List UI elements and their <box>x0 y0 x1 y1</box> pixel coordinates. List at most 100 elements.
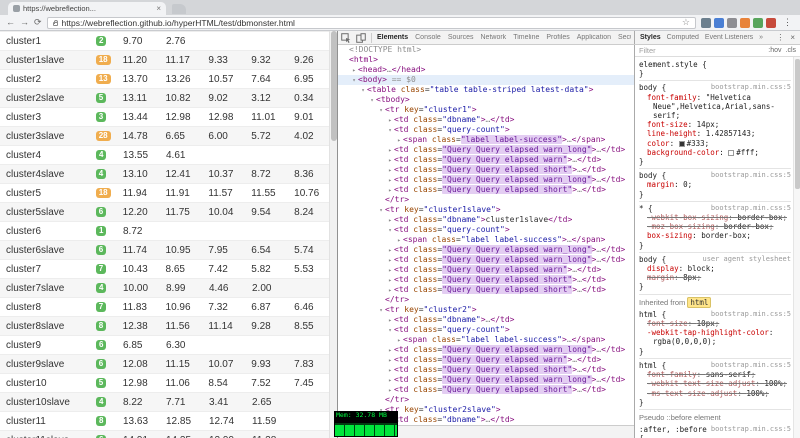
twisty-expanded-icon[interactable]: ▾ <box>386 326 394 336</box>
dom-tree-node[interactable]: ▾ <tr key="cluster1"> <box>338 105 634 115</box>
css-property[interactable]: font-size: 10px; <box>639 319 791 328</box>
css-property[interactable]: font-family: "Helvetica Neue",Helvetica,… <box>639 93 791 121</box>
color-swatch[interactable] <box>728 149 735 156</box>
hover-state-toggle[interactable]: :hov <box>768 47 781 54</box>
stylesheet-link[interactable]: bootstrap.min.css:5 <box>711 361 791 370</box>
devtools-tab-sources[interactable]: Sources <box>447 34 475 41</box>
new-tab-button[interactable] <box>172 4 186 14</box>
dom-tree-node[interactable]: ▸ <td class="Query Query elapsed warn">…<… <box>338 265 634 275</box>
twisty-collapsed-icon[interactable]: ▸ <box>350 66 358 76</box>
extension-icon[interactable] <box>753 17 763 28</box>
dom-tree-node[interactable]: <html> <box>338 55 634 65</box>
twisty-collapsed-icon[interactable]: ▸ <box>386 216 394 226</box>
devtools-menu-icon[interactable]: ⋮ <box>776 33 784 42</box>
twisty-collapsed-icon[interactable]: ▸ <box>386 376 394 386</box>
dom-tree-node[interactable]: ▸ <td class="Query Query elapsed warn_lon… <box>338 255 634 265</box>
extension-icon[interactable] <box>740 17 750 28</box>
dom-tree-node[interactable]: ▸ <td class="Query Query elapsed short">…… <box>338 275 634 285</box>
dom-tree-node[interactable]: <!DOCTYPE html> <box>338 45 634 55</box>
dom-tree-node[interactable]: ▾ <tr key="cluster1slave"> <box>338 205 634 215</box>
css-property[interactable]: margin: 0; <box>639 180 791 189</box>
css-property[interactable]: display: block; <box>639 264 791 273</box>
device-toolbar-icon[interactable] <box>356 32 367 43</box>
dom-tree-node[interactable]: ▸ <td class="Query Query elapsed warn_lon… <box>338 245 634 255</box>
dom-tree-node[interactable]: </tr> <box>338 195 634 205</box>
memory-stats-widget[interactable]: Mem: 32.78 MB <box>334 411 398 437</box>
devtools-tab-profiles[interactable]: Profiles <box>545 34 570 41</box>
twisty-collapsed-icon[interactable]: ▸ <box>386 356 394 366</box>
twisty-collapsed-icon[interactable]: ▸ <box>386 176 394 186</box>
twisty-collapsed-icon[interactable]: ▸ <box>386 366 394 376</box>
tab-close-icon[interactable]: × <box>156 4 161 13</box>
dom-tree-node[interactable]: ▸ <td class="Query Query elapsed short">…… <box>338 185 634 195</box>
twisty-expanded-icon[interactable]: ▾ <box>377 306 385 316</box>
dom-tree-node[interactable]: ▸ <td class="Query Query elapsed short">…… <box>338 285 634 295</box>
bookmark-star-icon[interactable]: ☆ <box>682 18 690 27</box>
extension-icon[interactable] <box>727 17 737 28</box>
stylesheet-link[interactable]: user agent stylesheet <box>702 255 791 264</box>
dom-tree-node[interactable]: ▸ <span class="label label-success">…</sp… <box>338 135 634 145</box>
devtools-tab-network[interactable]: Network <box>480 34 508 41</box>
twisty-expanded-icon[interactable]: ▾ <box>377 206 385 216</box>
dom-tree-node[interactable]: ▸ <td class="Query Query elapsed warn">…<… <box>338 155 634 165</box>
css-property[interactable]: line-height: 1.42857143; <box>639 129 791 138</box>
css-property[interactable]: color: #333; <box>639 139 791 148</box>
twisty-collapsed-icon[interactable]: ▸ <box>395 136 403 146</box>
dom-tree-node[interactable]: </tr> <box>338 395 634 405</box>
styles-filter-input[interactable]: Filter <box>639 46 656 55</box>
twisty-collapsed-icon[interactable]: ▸ <box>386 276 394 286</box>
twisty-expanded-icon[interactable]: ▾ <box>368 96 376 106</box>
devtools-tab-security[interactable]: Security <box>617 34 631 41</box>
devtools-tab-timeline[interactable]: Timeline <box>512 34 540 41</box>
twisty-collapsed-icon[interactable]: ▸ <box>395 336 403 346</box>
dom-tree-node[interactable]: ▸ <td class="Query Query elapsed short">…… <box>338 385 634 395</box>
css-property[interactable]: -moz-box-sizing: border-box; <box>639 222 791 231</box>
twisty-collapsed-icon[interactable]: ▸ <box>386 156 394 166</box>
inherited-node-link[interactable]: html <box>687 296 712 308</box>
dom-tree-node[interactable]: ▸ <td class="Query Query elapsed short">…… <box>338 165 634 175</box>
css-property[interactable]: font-size: 14px; <box>639 120 791 129</box>
inspect-element-icon[interactable] <box>341 32 352 43</box>
twisty-collapsed-icon[interactable]: ▸ <box>395 236 403 246</box>
twisty-expanded-icon[interactable]: ▾ <box>359 86 367 96</box>
css-property[interactable]: font-family: sans-serif; <box>639 370 791 379</box>
dom-tree-node[interactable]: ▾ <td class="query-count"> <box>338 125 634 135</box>
dom-tree-node[interactable]: ▾ <tr key="cluster2"> <box>338 305 634 315</box>
stylesheet-link[interactable]: bootstrap.min.css:5 <box>711 171 791 180</box>
twisty-expanded-icon[interactable]: ▾ <box>386 126 394 136</box>
dom-tree-node[interactable]: ▸ <head>…</head> <box>338 65 634 75</box>
dom-tree-node[interactable]: ▸ <td class="dbname">cluster1slave</td> <box>338 215 634 225</box>
twisty-expanded-icon[interactable]: ▾ <box>386 226 394 236</box>
styles-scrollbar-thumb[interactable] <box>795 59 800 189</box>
twisty-collapsed-icon[interactable]: ▸ <box>386 246 394 256</box>
dom-tree-node[interactable]: ▸ <span class="label label-success">…</sp… <box>338 235 634 245</box>
dom-tree-node[interactable]: ▾ <body> == $0 <box>338 75 634 85</box>
css-property[interactable]: -webkit-box-sizing: border-box; <box>639 213 791 222</box>
dom-tree-node[interactable]: ▸ <td class="Query Query elapsed short">…… <box>338 365 634 375</box>
color-swatch[interactable] <box>678 140 685 147</box>
dom-tree-node[interactable]: ▸<td class="dbname">…</td> <box>338 115 634 125</box>
twisty-collapsed-icon[interactable]: ▸ <box>386 266 394 276</box>
dom-tree-node[interactable]: ▸ <span class="label label-success">…</sp… <box>338 335 634 345</box>
page-scrollbar[interactable] <box>329 31 337 438</box>
twisty-expanded-icon[interactable]: ▾ <box>350 76 358 86</box>
sidebar-tab-computed[interactable]: Computed <box>667 34 699 41</box>
twisty-collapsed-icon[interactable]: ▸ <box>386 346 394 356</box>
twisty-collapsed-icon[interactable]: ▸ <box>386 256 394 266</box>
dom-tree-node[interactable]: ▸ <td class="Query Query elapsed warn_lon… <box>338 375 634 385</box>
dom-tree-node[interactable]: ▾ <table class="table table-striped lates… <box>338 85 634 95</box>
twisty-collapsed-icon[interactable]: ▸ <box>386 166 394 176</box>
url-text[interactable]: https://webreflection.github.io/hyperHTM… <box>62 18 678 28</box>
devtools-close-icon[interactable]: × <box>790 33 795 42</box>
browser-tab[interactable]: https://webreflection... × <box>8 2 166 15</box>
devtools-tab-elements[interactable]: Elements <box>376 34 409 41</box>
twisty-collapsed-icon[interactable]: ▸ <box>386 386 394 396</box>
devtools-tab-console[interactable]: Console <box>414 34 442 41</box>
css-property[interactable]: box-sizing: border-box; <box>639 231 791 240</box>
twisty-expanded-icon[interactable]: ▾ <box>377 106 385 116</box>
dom-tree-node[interactable]: ▾ <tbody> <box>338 95 634 105</box>
browser-menu-icon[interactable]: ⋮ <box>781 17 794 28</box>
dom-tree-node[interactable]: ▸ <td class="Query Query elapsed warn_lon… <box>338 145 634 155</box>
stylesheet-link[interactable]: bootstrap.min.css:5 <box>711 425 791 438</box>
dom-tree-node[interactable]: </tr> <box>338 295 634 305</box>
